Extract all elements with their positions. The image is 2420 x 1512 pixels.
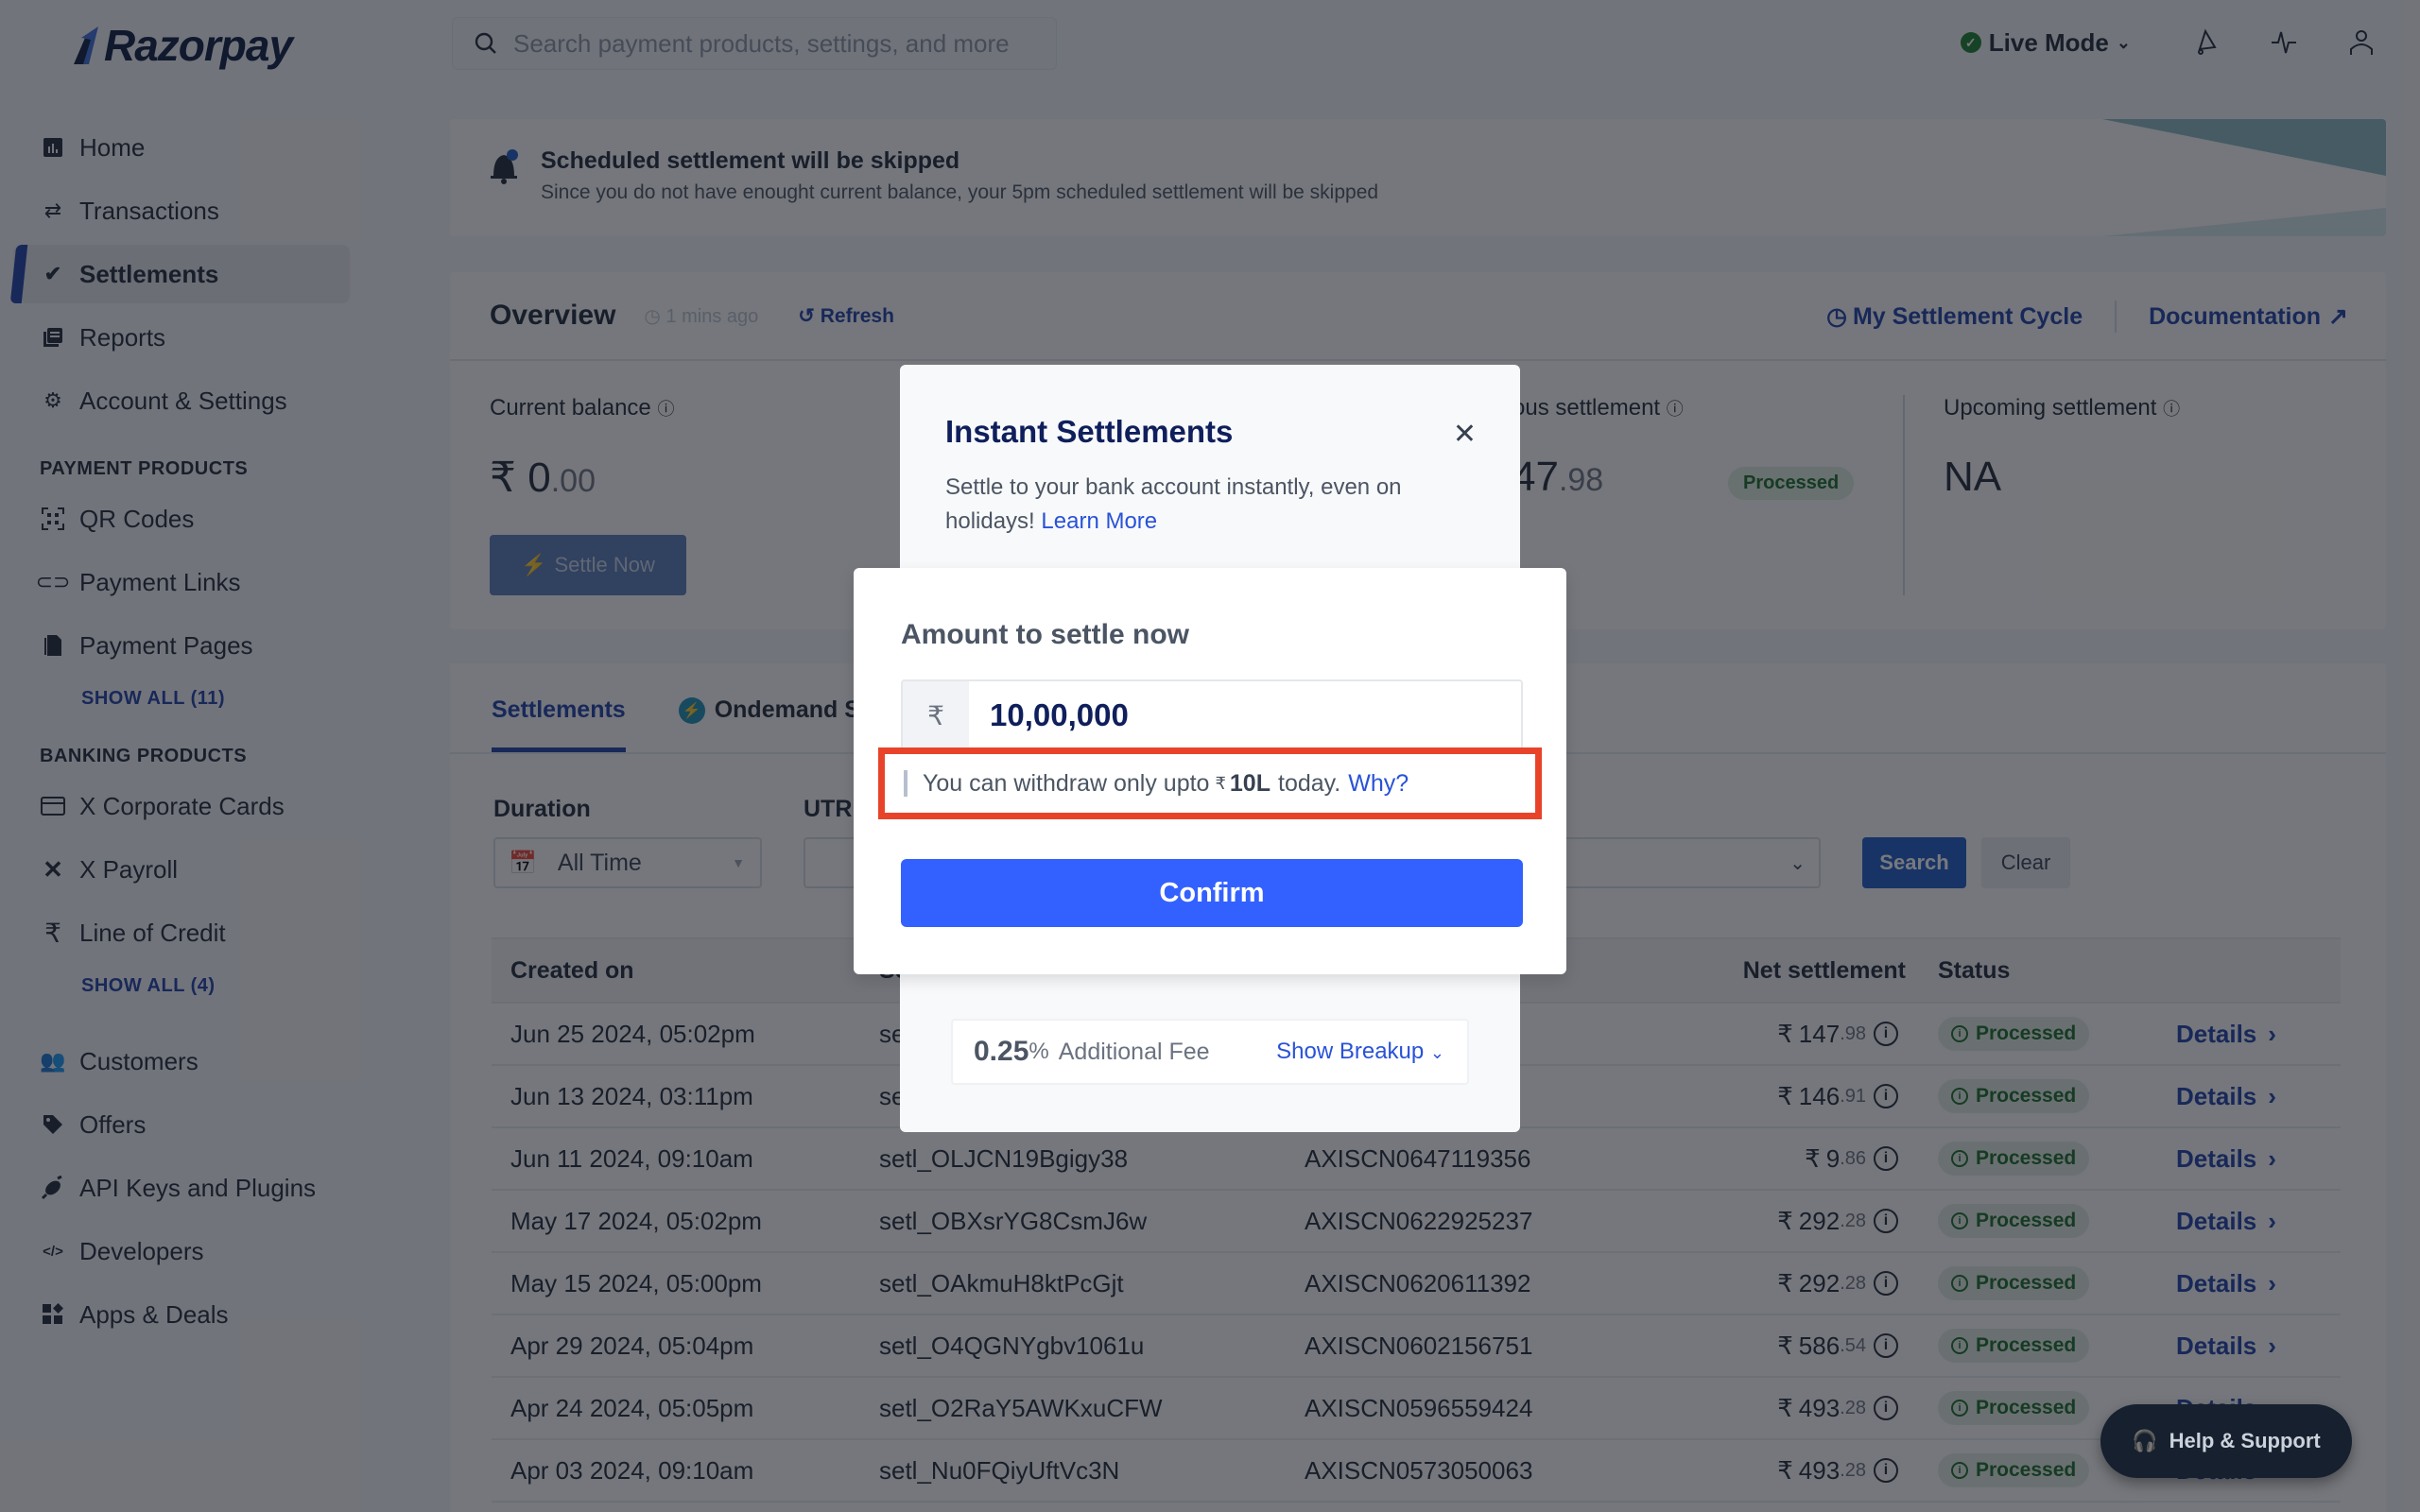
amount-input[interactable] [969,681,1521,749]
show-breakup-toggle[interactable]: Show Breakup ⌄ [1276,1039,1444,1065]
withdraw-limit: 10L [1229,769,1270,797]
fee-value: 0.25 [974,1036,1029,1067]
amount-label: Amount to settle now [901,619,1189,650]
amount-field[interactable]: ₹ [901,679,1523,751]
description-text: Settle to your bank account instantly, e… [945,474,1402,534]
modal-description: Settle to your bank account instantly, e… [945,471,1475,539]
currency-symbol: ₹ [1215,773,1226,793]
close-icon[interactable]: ✕ [1453,418,1477,451]
fee-unit: % [1028,1039,1049,1064]
why-link[interactable]: Why? [1348,770,1409,798]
learn-more-link[interactable]: Learn More [1041,508,1157,534]
warning-accent-bar [904,770,908,797]
additional-fee-box: 0.25 % Additional Fee Show Breakup ⌄ [951,1019,1469,1085]
chevron-down-icon: ⌄ [1429,1043,1444,1062]
show-breakup-label: Show Breakup [1276,1039,1425,1064]
help-label: Help & Support [2169,1429,2321,1452]
modal-title: Instant Settlements [945,414,1234,449]
warning-text: You can withdraw only upto [923,769,1210,797]
headset-icon: 🎧 [2132,1429,2158,1452]
withdraw-limit-warning: You can withdraw only upto ₹ 10L today. … [878,747,1542,819]
currency-prefix: ₹ [903,681,969,749]
amount-settle-card: Amount to settle now ₹ You can withdraw … [854,568,1566,974]
warning-suffix: today. [1278,769,1341,797]
fee-label: Additional Fee [1058,1038,1210,1065]
confirm-button[interactable]: Confirm [901,859,1523,927]
help-support-button[interactable]: 🎧 Help & Support [2100,1404,2352,1478]
